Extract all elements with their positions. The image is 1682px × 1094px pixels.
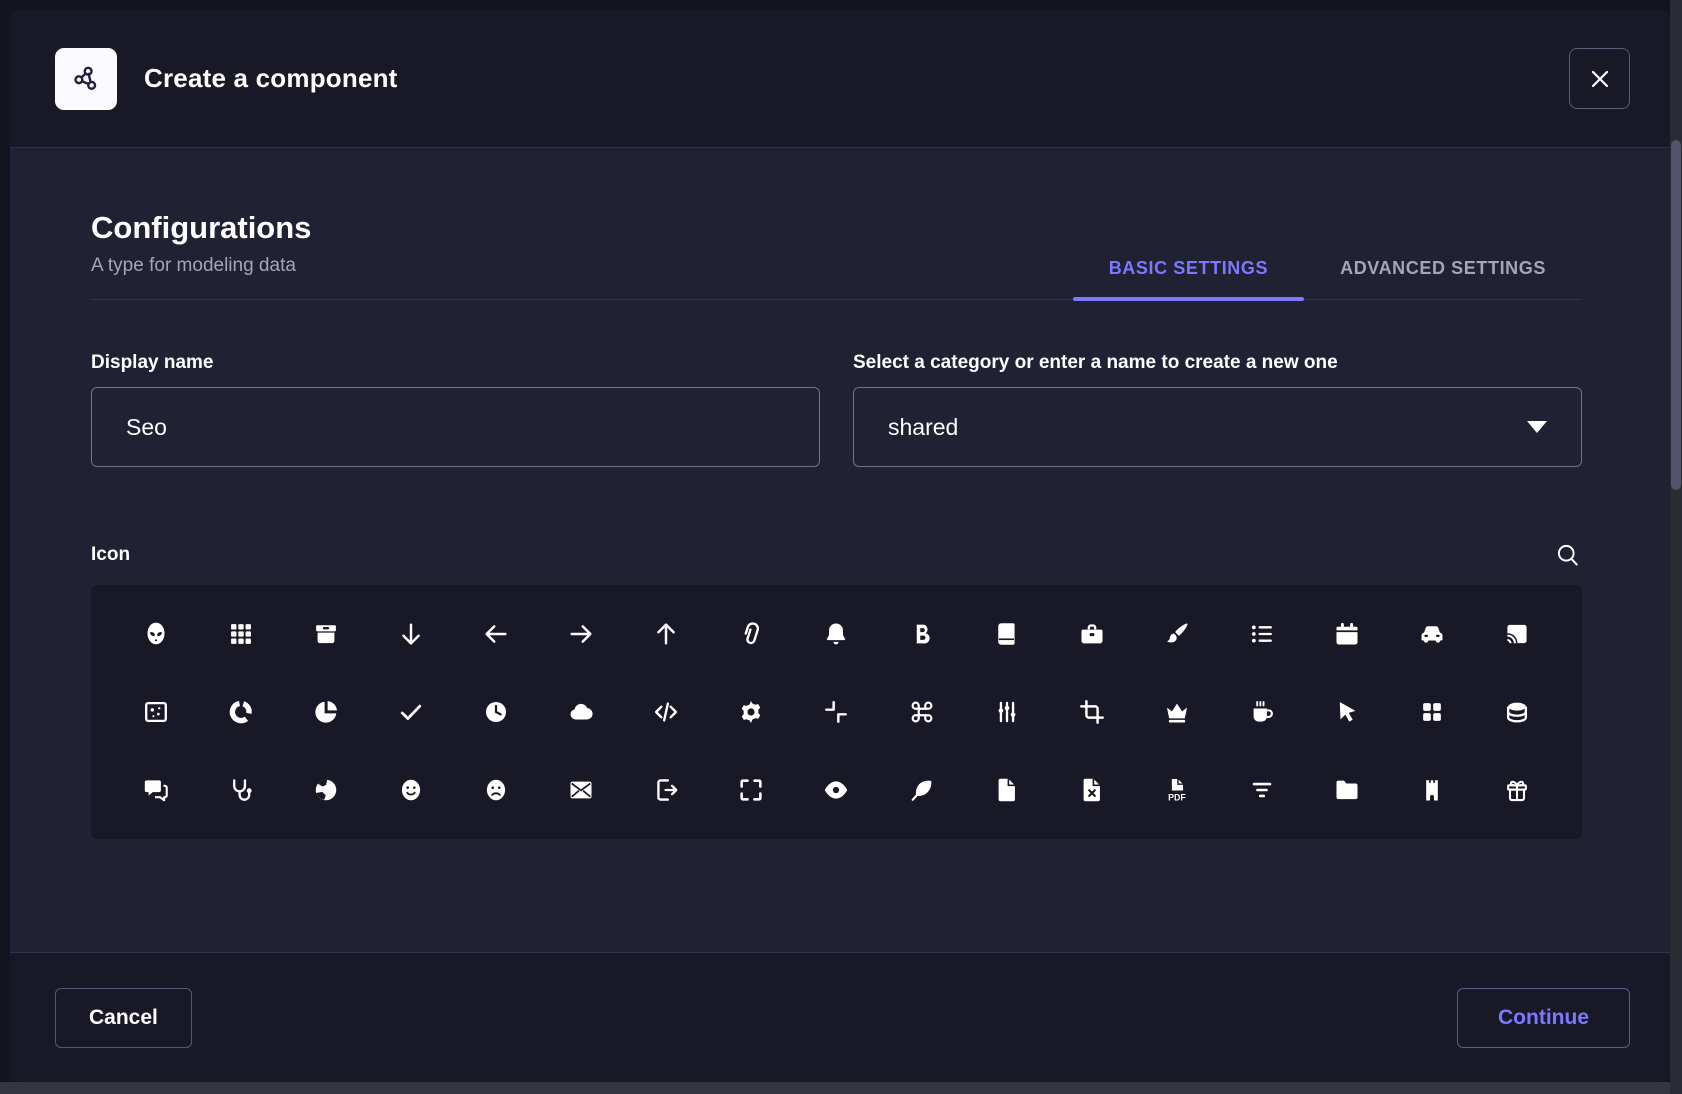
crown-icon[interactable]: [1134, 673, 1219, 751]
code-icon[interactable]: [624, 673, 709, 751]
apps-icon[interactable]: [198, 595, 283, 673]
category-group: Select a category or enter a name to cre…: [853, 352, 1582, 467]
cup-icon[interactable]: [1220, 673, 1305, 751]
modal-body: Configurations A type for modeling data …: [10, 148, 1670, 952]
icon-picker-header: Icon: [91, 541, 1582, 569]
modal-footer: Cancel Continue: [10, 952, 1670, 1082]
envelope-icon[interactable]: [539, 751, 624, 829]
search-icon: [1554, 541, 1582, 569]
bullet-list-icon[interactable]: [1220, 595, 1305, 673]
continue-button[interactable]: Continue: [1457, 988, 1630, 1048]
earth-icon[interactable]: [283, 751, 368, 829]
command-icon[interactable]: [879, 673, 964, 751]
page: Create a component Configurations A type…: [0, 0, 1682, 1094]
cancel-button[interactable]: Cancel: [55, 988, 192, 1048]
calendar-icon[interactable]: [1305, 595, 1390, 673]
sliders-icon[interactable]: [964, 673, 1049, 751]
create-component-modal: Create a component Configurations A type…: [10, 10, 1670, 1082]
display-name-input[interactable]: Seo: [91, 387, 820, 467]
section-header: Configurations A type for modeling data …: [91, 210, 1582, 300]
close-button[interactable]: [1569, 48, 1630, 109]
cog-icon[interactable]: [709, 673, 794, 751]
chart-donut-icon[interactable]: [198, 673, 283, 751]
filter-icon[interactable]: [1220, 751, 1305, 829]
cloud-icon[interactable]: [539, 673, 624, 751]
cursor-icon[interactable]: [1305, 673, 1390, 751]
modal-header: Create a component: [10, 10, 1670, 148]
expand-icon[interactable]: [709, 751, 794, 829]
dashboard-icon[interactable]: [1390, 673, 1475, 751]
car-icon[interactable]: [1390, 595, 1475, 673]
archive-icon[interactable]: [283, 595, 368, 673]
brush-icon[interactable]: [1134, 595, 1219, 673]
settings-tabs: BASIC SETTINGS ADVANCED SETTINGS: [1073, 210, 1582, 299]
file-error-icon[interactable]: [1049, 751, 1134, 829]
display-name-label: Display name: [91, 352, 820, 374]
file-pdf-icon[interactable]: PDF: [1134, 751, 1219, 829]
exit-icon[interactable]: [624, 751, 709, 829]
cast-icon[interactable]: [1475, 595, 1560, 673]
emotion-unhappy-icon[interactable]: [453, 751, 538, 829]
category-value: shared: [888, 414, 958, 441]
clock-icon[interactable]: [453, 673, 538, 751]
section-subtitle: A type for modeling data: [91, 255, 311, 277]
briefcase-icon[interactable]: [1049, 595, 1134, 673]
eye-icon[interactable]: [794, 751, 879, 829]
bold-icon[interactable]: [879, 595, 964, 673]
collapse-icon[interactable]: [794, 673, 879, 751]
chart-pie-icon[interactable]: [283, 673, 368, 751]
gift-icon[interactable]: [1475, 751, 1560, 829]
icon-picker-label: Icon: [91, 544, 130, 566]
svg-text:PDF: PDF: [1168, 793, 1186, 803]
chevron-down-icon: [1527, 421, 1547, 433]
form-row: Display name Seo Select a category or en…: [91, 352, 1582, 467]
tab-basic-settings[interactable]: BASIC SETTINGS: [1073, 258, 1304, 299]
doctor-icon[interactable]: [198, 751, 283, 829]
check-icon[interactable]: [368, 673, 453, 751]
castle-icon[interactable]: [1390, 751, 1475, 829]
section-titles: Configurations A type for modeling data: [91, 210, 311, 299]
close-icon: [1588, 67, 1612, 91]
section-title: Configurations: [91, 210, 311, 246]
page-background-strip: [0, 1082, 1670, 1094]
arrow-right-icon[interactable]: [539, 595, 624, 673]
modal-title: Create a component: [144, 63, 398, 94]
arrow-up-icon[interactable]: [624, 595, 709, 673]
feather-icon[interactable]: [879, 751, 964, 829]
attachment-icon[interactable]: [709, 595, 794, 673]
page-scrollbar[interactable]: [1670, 0, 1682, 1094]
book-icon[interactable]: [964, 595, 1049, 673]
folder-icon[interactable]: [1305, 751, 1390, 829]
file-icon[interactable]: [964, 751, 1049, 829]
icon-grid-panel: PDF: [91, 585, 1582, 839]
crop-icon[interactable]: [1049, 673, 1134, 751]
bell-icon[interactable]: [794, 595, 879, 673]
database-icon[interactable]: [1475, 673, 1560, 751]
display-name-group: Display name Seo: [91, 352, 820, 467]
chart-bubble-icon[interactable]: [113, 673, 198, 751]
tab-advanced-settings[interactable]: ADVANCED SETTINGS: [1304, 258, 1582, 299]
display-name-value: Seo: [126, 414, 167, 441]
arrow-left-icon[interactable]: [453, 595, 538, 673]
component-icon: [55, 48, 117, 110]
alien-icon[interactable]: [113, 595, 198, 673]
arrow-down-icon[interactable]: [368, 595, 453, 673]
page-scrollbar-thumb[interactable]: [1671, 140, 1681, 490]
emotion-happy-icon[interactable]: [368, 751, 453, 829]
icon-search-button[interactable]: [1554, 541, 1582, 569]
icon-grid: PDF: [113, 595, 1560, 829]
category-select[interactable]: shared: [853, 387, 1582, 467]
category-label: Select a category or enter a name to cre…: [853, 352, 1582, 374]
discuss-icon[interactable]: [113, 751, 198, 829]
